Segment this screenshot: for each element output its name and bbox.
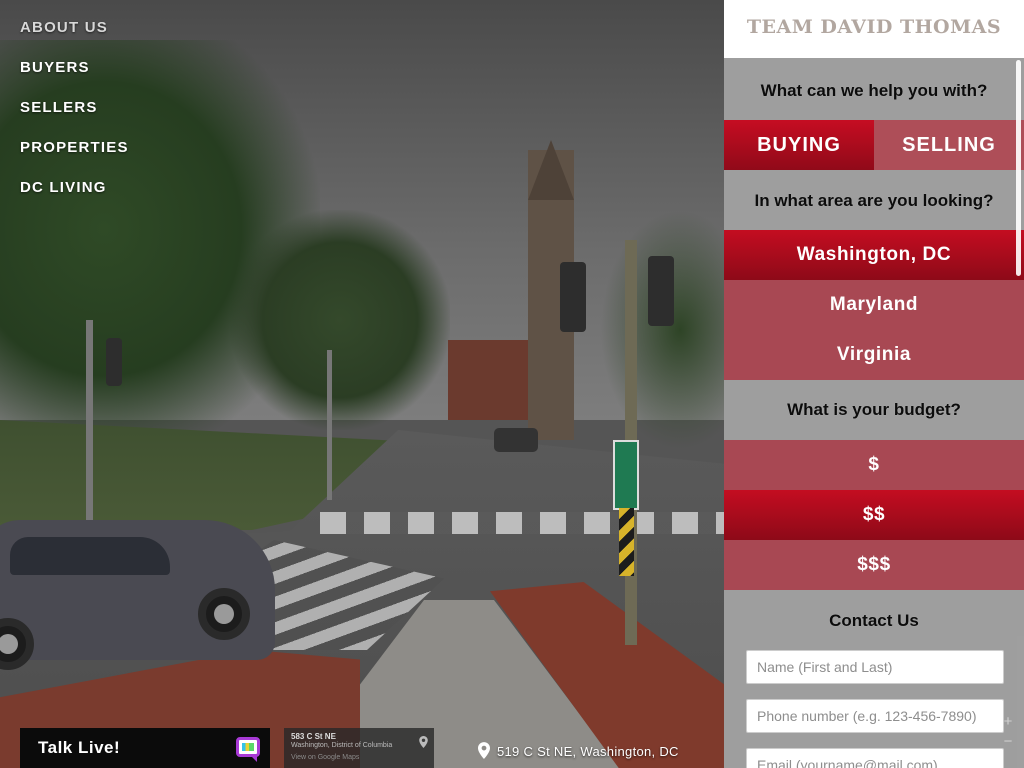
brand-header: TEAM DAVID THOMAS [724,0,1024,58]
nav-item-about-us[interactable]: ABOUT US [20,18,129,58]
map-pin-icon [419,736,428,748]
location-address-text: 519 C St NE, Washington, DC [497,744,679,759]
map-thumbnail[interactable]: 583 C St NE Washington, District of Colu… [284,728,434,768]
brick-building [448,340,528,420]
nav-item-dc-living[interactable]: DC LIVING [20,178,129,218]
lead-form-panel: TEAM DAVID THOMAS What can we help you w… [724,0,1024,768]
map-region: Washington, District of Columbia [291,742,393,749]
car-window [10,537,170,575]
budget-question: What is your budget? [787,400,961,419]
trees-right [600,210,724,450]
contact-heading: Contact Us [829,611,919,630]
zoom-in-icon[interactable]: + [1000,712,1016,732]
chat-bubble-icon [236,737,260,762]
map-pin-icon [478,742,490,759]
nav-item-sellers[interactable]: SELLERS [20,98,129,138]
car-wheel [198,588,250,640]
panel-scrollbar[interactable] [1016,60,1021,276]
nav-item-properties[interactable]: PROPERTIES [20,138,129,178]
map-zoom-controls: + − [1000,712,1016,752]
map-address: 583 C St NE [291,732,336,741]
area-option-maryland[interactable]: Maryland [724,280,1024,330]
selling-button[interactable]: SELLING [874,120,1024,170]
view-on-google-maps-link[interactable]: View on Google Maps [291,754,434,761]
street-sign [613,440,639,510]
signal-pole-left [86,320,93,530]
area-option-washington-dc[interactable]: Washington, DC [724,230,1024,280]
nav-item-buyers[interactable]: BUYERS [20,58,129,98]
buying-button[interactable]: BUYING [724,120,874,170]
talk-live-label: Talk Live! [38,738,121,757]
name-field[interactable] [746,650,1004,684]
traffic-signal [106,338,122,386]
distant-car [494,428,538,452]
trees-middle [230,210,450,430]
budget-option-low[interactable]: $ [724,440,1024,490]
hazard-marker [619,508,634,576]
budget-option-high[interactable]: $$$ [724,540,1024,590]
traffic-signal [560,262,586,332]
area-question: In what area are you looking? [754,191,994,210]
signal-pole-middle [327,350,332,500]
crosswalk-far [320,512,724,534]
zoom-out-icon[interactable]: − [1000,732,1016,752]
brand-logo-text[interactable]: TEAM DAVID THOMAS [747,16,1001,38]
help-question: What can we help you with? [760,81,988,100]
main-nav: ABOUT US BUYERS SELLERS PROPERTIES DC LI… [20,18,129,218]
email-field[interactable] [746,748,1004,768]
traffic-signal [648,256,674,326]
area-option-virginia[interactable]: Virginia [724,330,1024,380]
talk-live-button[interactable]: Talk Live! [20,728,270,768]
mode-toggle: BUYING SELLING [724,120,1024,170]
budget-option-medium[interactable]: $$ [724,490,1024,540]
phone-field[interactable] [746,699,1004,733]
